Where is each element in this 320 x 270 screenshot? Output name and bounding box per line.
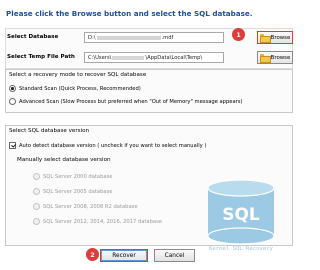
auto-detect-checkbox[interactable] [9,142,16,149]
version-2005-label: SQL Server 2005 database [43,188,113,195]
standard-scan-label: Standard Scan (Quick Process, Recommende… [19,85,141,92]
product-caption: Kernel SQL Recovery [209,246,273,252]
standard-scan-radio[interactable] [9,85,16,92]
version-2012-label: SQL Server 2012, 2014, 2016, 2017 databa… [43,218,162,225]
recovery-mode-panel: Select a recovery mode to recover SQL da… [5,69,293,113]
sql-database-icon: SQL [207,179,275,245]
version-2000-label: SQL Server 2000 database [43,173,113,180]
folder-icon [259,34,271,43]
recovery-window: Please click the Browse button and selec… [0,0,300,270]
version-2005-radio[interactable] [33,188,40,195]
recovery-mode-title: Select a recovery mode to recover SQL da… [9,72,147,78]
version-option-2000[interactable]: SQL Server 2000 database [33,173,112,180]
advanced-scan-option[interactable]: Advanced Scan (Slow Process but preferre… [9,98,243,105]
browse-database-label: Browse [270,34,291,41]
database-path-suffix: .mdf [161,35,174,41]
temp-path-redaction [112,55,145,60]
version-2008-label: SQL Server 2008, 2008 R2 database [43,203,138,210]
version-2012-radio[interactable] [33,218,40,225]
advanced-scan-label: Advanced Scan (Slow Process but preferre… [19,98,243,105]
select-database-label: Select Database [7,34,59,40]
version-2000-radio[interactable] [33,173,40,180]
auto-detect-option[interactable]: Auto detect database version ( uncheck i… [9,142,206,149]
temp-path-field[interactable]: C:\Users\ \AppData\Local\Temp\ [84,52,224,63]
temp-path-label: Select Temp File Path [7,54,75,60]
step-2-badge: 2 [86,248,99,261]
standard-scan-option[interactable]: Standard Scan (Quick Process, Recommende… [9,85,141,92]
manual-version-title: Manually select database version [17,157,111,163]
browse-temp-button[interactable]: Browse [257,51,293,64]
sql-icon-text: SQL [222,205,260,225]
temp-path-suffix: \AppData\Local\Temp\ [145,55,203,61]
step-1-badge: 1 [232,28,245,41]
auto-detect-label: Auto detect database version ( uncheck i… [19,142,207,149]
advanced-scan-radio[interactable] [9,98,16,105]
version-title: Select SQL database version [9,128,90,134]
browse-database-button[interactable]: Browse [257,31,293,44]
version-option-2008[interactable]: SQL Server 2008, 2008 R2 database [33,203,138,210]
database-path-field[interactable]: D:\ .mdf [84,32,224,43]
database-path-prefix: D:\ [88,35,96,41]
version-option-2012[interactable]: SQL Server 2012, 2014, 2016, 2017 databa… [33,218,162,225]
version-2008-radio[interactable] [33,203,40,210]
file-selection-panel: Select Database D:\ .mdf Browse Select Te… [5,28,293,69]
browse-temp-label: Browse [270,54,291,61]
database-path-redaction [96,35,161,40]
folder-icon [259,54,271,63]
cancel-button[interactable]: Cancel [154,249,195,262]
recover-button[interactable]: Recover [100,249,148,262]
temp-path-prefix: C:\Users\ [88,55,112,61]
instruction-text: Please click the Browse button and selec… [6,9,253,18]
version-option-2005[interactable]: SQL Server 2005 database [33,188,112,195]
